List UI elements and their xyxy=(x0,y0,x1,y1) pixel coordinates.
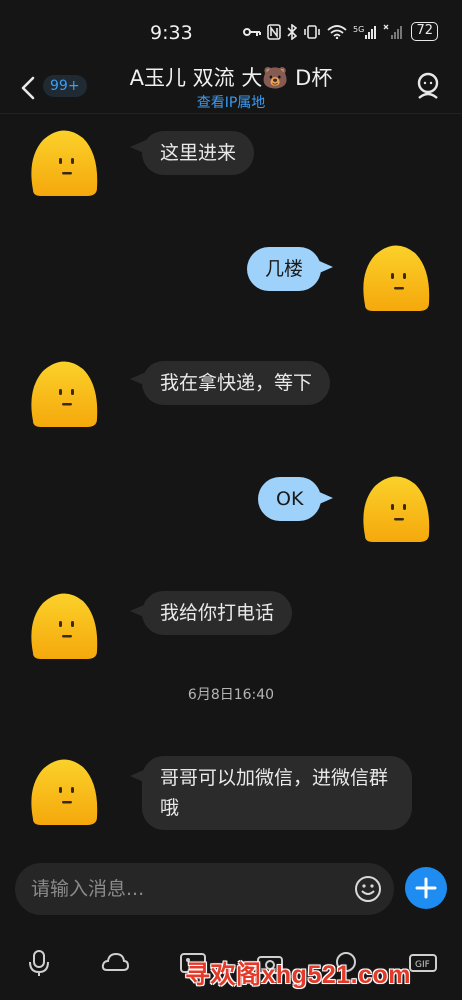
status-bar: 9:33 5G 72 xyxy=(0,0,462,62)
status-icons: 5G 72 xyxy=(243,22,438,41)
key-icon xyxy=(243,27,262,36)
bluetooth-icon xyxy=(287,23,298,40)
watermark: 寻欢阁xhg521.com xyxy=(185,961,412,989)
peer-avatar[interactable] xyxy=(27,757,103,827)
message-bubble-peer[interactable]: 哥哥可以加微信，进微信群哦 xyxy=(142,756,412,830)
chat-header: 99+ A玉儿 双流 大🐻 D杯 查看IP属地 xyxy=(0,58,462,114)
battery-indicator: 72 xyxy=(411,22,438,41)
plus-icon xyxy=(415,877,437,899)
wifi-icon xyxy=(327,24,348,39)
peer-avatar[interactable] xyxy=(27,359,103,429)
my-avatar[interactable] xyxy=(359,243,435,313)
profile-icon[interactable] xyxy=(414,70,442,102)
signal-5g-icon: 5G xyxy=(353,25,377,39)
peer-avatar[interactable] xyxy=(27,128,103,198)
message-input-container xyxy=(15,863,394,915)
vibrate-icon xyxy=(304,24,321,39)
peer-avatar[interactable] xyxy=(27,591,103,661)
gif-icon[interactable]: GIF xyxy=(408,948,438,978)
message-bubble-me[interactable]: 几楼 xyxy=(247,247,322,291)
bubble-tail xyxy=(317,260,333,274)
message-input[interactable] xyxy=(31,863,341,915)
svg-text:5G: 5G xyxy=(353,25,364,34)
message-timestamp: 6月8日16:40 xyxy=(187,687,275,703)
view-ip-location-link[interactable]: 查看IP属地 xyxy=(0,92,462,112)
nfc-icon xyxy=(267,23,282,40)
cloud-icon[interactable] xyxy=(100,948,130,978)
status-time: 9:33 xyxy=(150,22,193,44)
add-attachment-button[interactable] xyxy=(405,867,447,909)
signal-weak-icon xyxy=(383,24,403,39)
message-bubble-me[interactable]: OK xyxy=(258,477,322,521)
emoji-icon[interactable] xyxy=(354,875,382,903)
message-bubble-peer[interactable]: 我给你打电话 xyxy=(142,591,293,635)
bubble-tail xyxy=(317,491,333,505)
my-avatar[interactable] xyxy=(359,474,435,544)
message-bubble-peer[interactable]: 我在拿快递，等下 xyxy=(142,361,331,405)
chat-title: A玉儿 双流 大🐻 D杯 xyxy=(129,66,333,90)
message-bubble-peer[interactable]: 这里进来 xyxy=(142,131,255,175)
svg-text:GIF: GIF xyxy=(415,960,430,970)
microphone-icon[interactable] xyxy=(24,948,54,978)
